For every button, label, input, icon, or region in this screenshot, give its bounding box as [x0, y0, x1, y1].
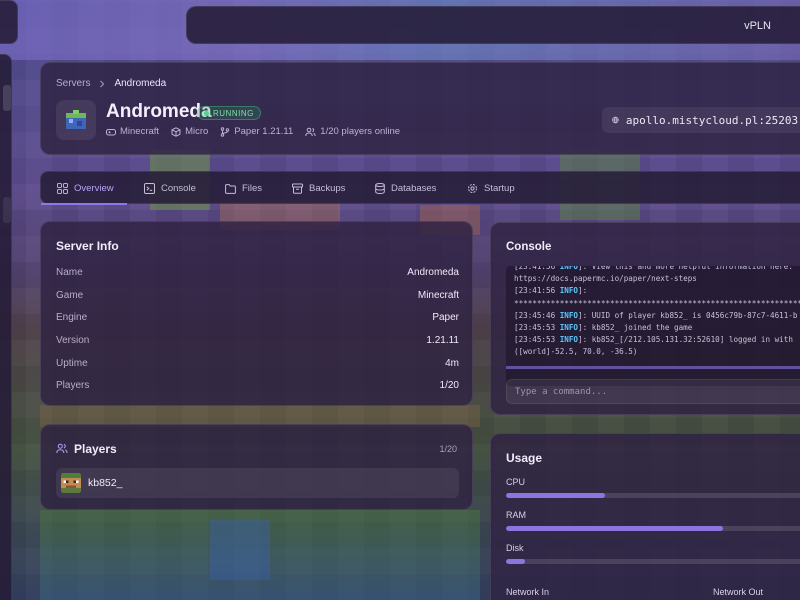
tab-databases[interactable]: Databases: [375, 172, 436, 205]
info-level-tag: INFO: [559, 266, 579, 271]
sidebar-active-indicator[interactable]: [3, 85, 11, 111]
disk-bar-fill: [506, 559, 525, 564]
chevron-right-icon: [98, 80, 106, 88]
network-out-label: Network Out: [713, 587, 764, 597]
status-badge: RUNNING: [197, 106, 261, 120]
server-icon: [56, 100, 96, 140]
server-name: Andromeda: [106, 101, 212, 122]
players-title: Players: [74, 442, 117, 456]
sidebar-item[interactable]: [3, 197, 11, 223]
info-level-tag: INFO: [559, 286, 579, 296]
server-info-title: Server Info: [56, 239, 119, 253]
players-count: 1/20: [439, 444, 457, 454]
info-row-name: Name Andromeda: [56, 267, 459, 278]
ram-bar: [506, 526, 800, 531]
gamepad-icon: [106, 128, 116, 135]
avatar: [61, 473, 81, 493]
meta-engine: Paper 1.21.11: [220, 126, 293, 137]
tab-bar: Overview Console Files Backups Databases…: [40, 171, 800, 205]
command-input[interactable]: Type a command...: [506, 379, 800, 404]
meta-plan: Micro: [171, 126, 208, 137]
cpu-bar: [506, 493, 800, 498]
ram-label: RAM: [506, 510, 526, 520]
server-address-copy[interactable]: apollo.mistycloud.pl:25203: [602, 107, 800, 133]
meta-players: 1/20 players online: [305, 126, 400, 137]
gear-icon: [468, 184, 477, 193]
top-bar: vPLN: [186, 6, 800, 44]
ram-bar-fill: [506, 526, 723, 531]
breadcrumb: Servers Andromeda: [56, 78, 166, 89]
active-tab-indicator: [41, 203, 127, 205]
cpu-bar-fill: [506, 493, 606, 498]
server-header: Servers Andromeda Andromeda RUNNING Mine…: [40, 62, 800, 155]
users-icon: [305, 127, 316, 136]
network-in-label: Network In: [506, 587, 550, 597]
info-level-tag: INFO: [559, 323, 579, 333]
tab-startup[interactable]: Startup: [467, 172, 515, 205]
console-line: [23:45:53 INFO]: kb852_[/212.105.131.32:…: [514, 335, 793, 345]
console-scrollbar[interactable]: [506, 366, 800, 369]
server-address: apollo.mistycloud.pl:25203: [625, 113, 799, 127]
tab-overview[interactable]: Overview: [57, 172, 114, 205]
info-row-engine: Engine Paper: [56, 312, 459, 323]
info-row-version: Version 1.21.11: [56, 335, 459, 346]
breadcrumb-servers-link[interactable]: Servers: [56, 78, 90, 89]
player-name: kb852_: [88, 477, 123, 489]
console-line: https://docs.papermc.io/paper/next-steps: [514, 274, 697, 284]
server-info-card: Server Info Name Andromeda Game Minecraft …: [40, 221, 473, 406]
sidebar-top: [0, 0, 18, 44]
status-dot-icon: [204, 110, 209, 116]
tab-backups[interactable]: Backups: [292, 172, 345, 205]
terminal-icon: [144, 183, 155, 194]
info-row-game: Game Minecraft: [56, 290, 459, 301]
meta-game: Minecraft: [106, 126, 159, 137]
git-branch-icon: [221, 126, 230, 137]
globe-icon: [612, 116, 619, 124]
breadcrumb-current: Andromeda: [114, 78, 167, 89]
server-meta: Minecraft Micro Paper 1.21.11 1/20 playe…: [106, 126, 400, 137]
info-row-uptime: Uptime 4m: [56, 358, 459, 369]
usage-title: Usage: [506, 451, 543, 465]
grid-icon: [57, 183, 68, 194]
usage-card: Usage CPU RAM Disk Network In Network Ou…: [490, 433, 800, 600]
folder-icon: [225, 183, 236, 194]
console-line: [23:45:53 INFO]: kb852_ joined the game: [514, 323, 693, 333]
info-level-tag: INFO: [559, 335, 579, 345]
database-icon: [375, 183, 385, 194]
info-row-players: Players 1/20: [56, 380, 459, 391]
tab-files[interactable]: Files: [225, 172, 262, 205]
console-line: [23:41:56 INFO]: View this and more help…: [514, 266, 800, 273]
sidebar: [0, 54, 12, 600]
players-card: Players 1/20 kb852_: [40, 424, 473, 510]
tab-console[interactable]: Console: [144, 172, 196, 205]
users-icon: [56, 443, 68, 454]
player-row[interactable]: kb852_: [56, 468, 459, 498]
cube-icon: [171, 126, 181, 137]
user-menu[interactable]: vPLN: [744, 20, 771, 32]
console-line: [23:45:46 INFO]: UUID of player kb852_ i…: [514, 310, 798, 320]
info-level-tag: INFO: [559, 310, 579, 320]
console-card: Console [23:41:56 INFO]: View this and m…: [490, 222, 800, 415]
disk-label: Disk: [506, 543, 524, 553]
console-line: [23:41:56 INFO]:: [514, 286, 588, 296]
status-label: RUNNING: [213, 108, 254, 118]
cpu-label: CPU: [506, 477, 526, 487]
disk-bar: [506, 559, 800, 564]
console-line: ****************************************…: [514, 298, 800, 308]
console-title: Console: [506, 241, 552, 253]
archive-icon: [292, 183, 303, 194]
console-line: ([world]-52.5, 70.0, -36.5): [514, 347, 638, 357]
